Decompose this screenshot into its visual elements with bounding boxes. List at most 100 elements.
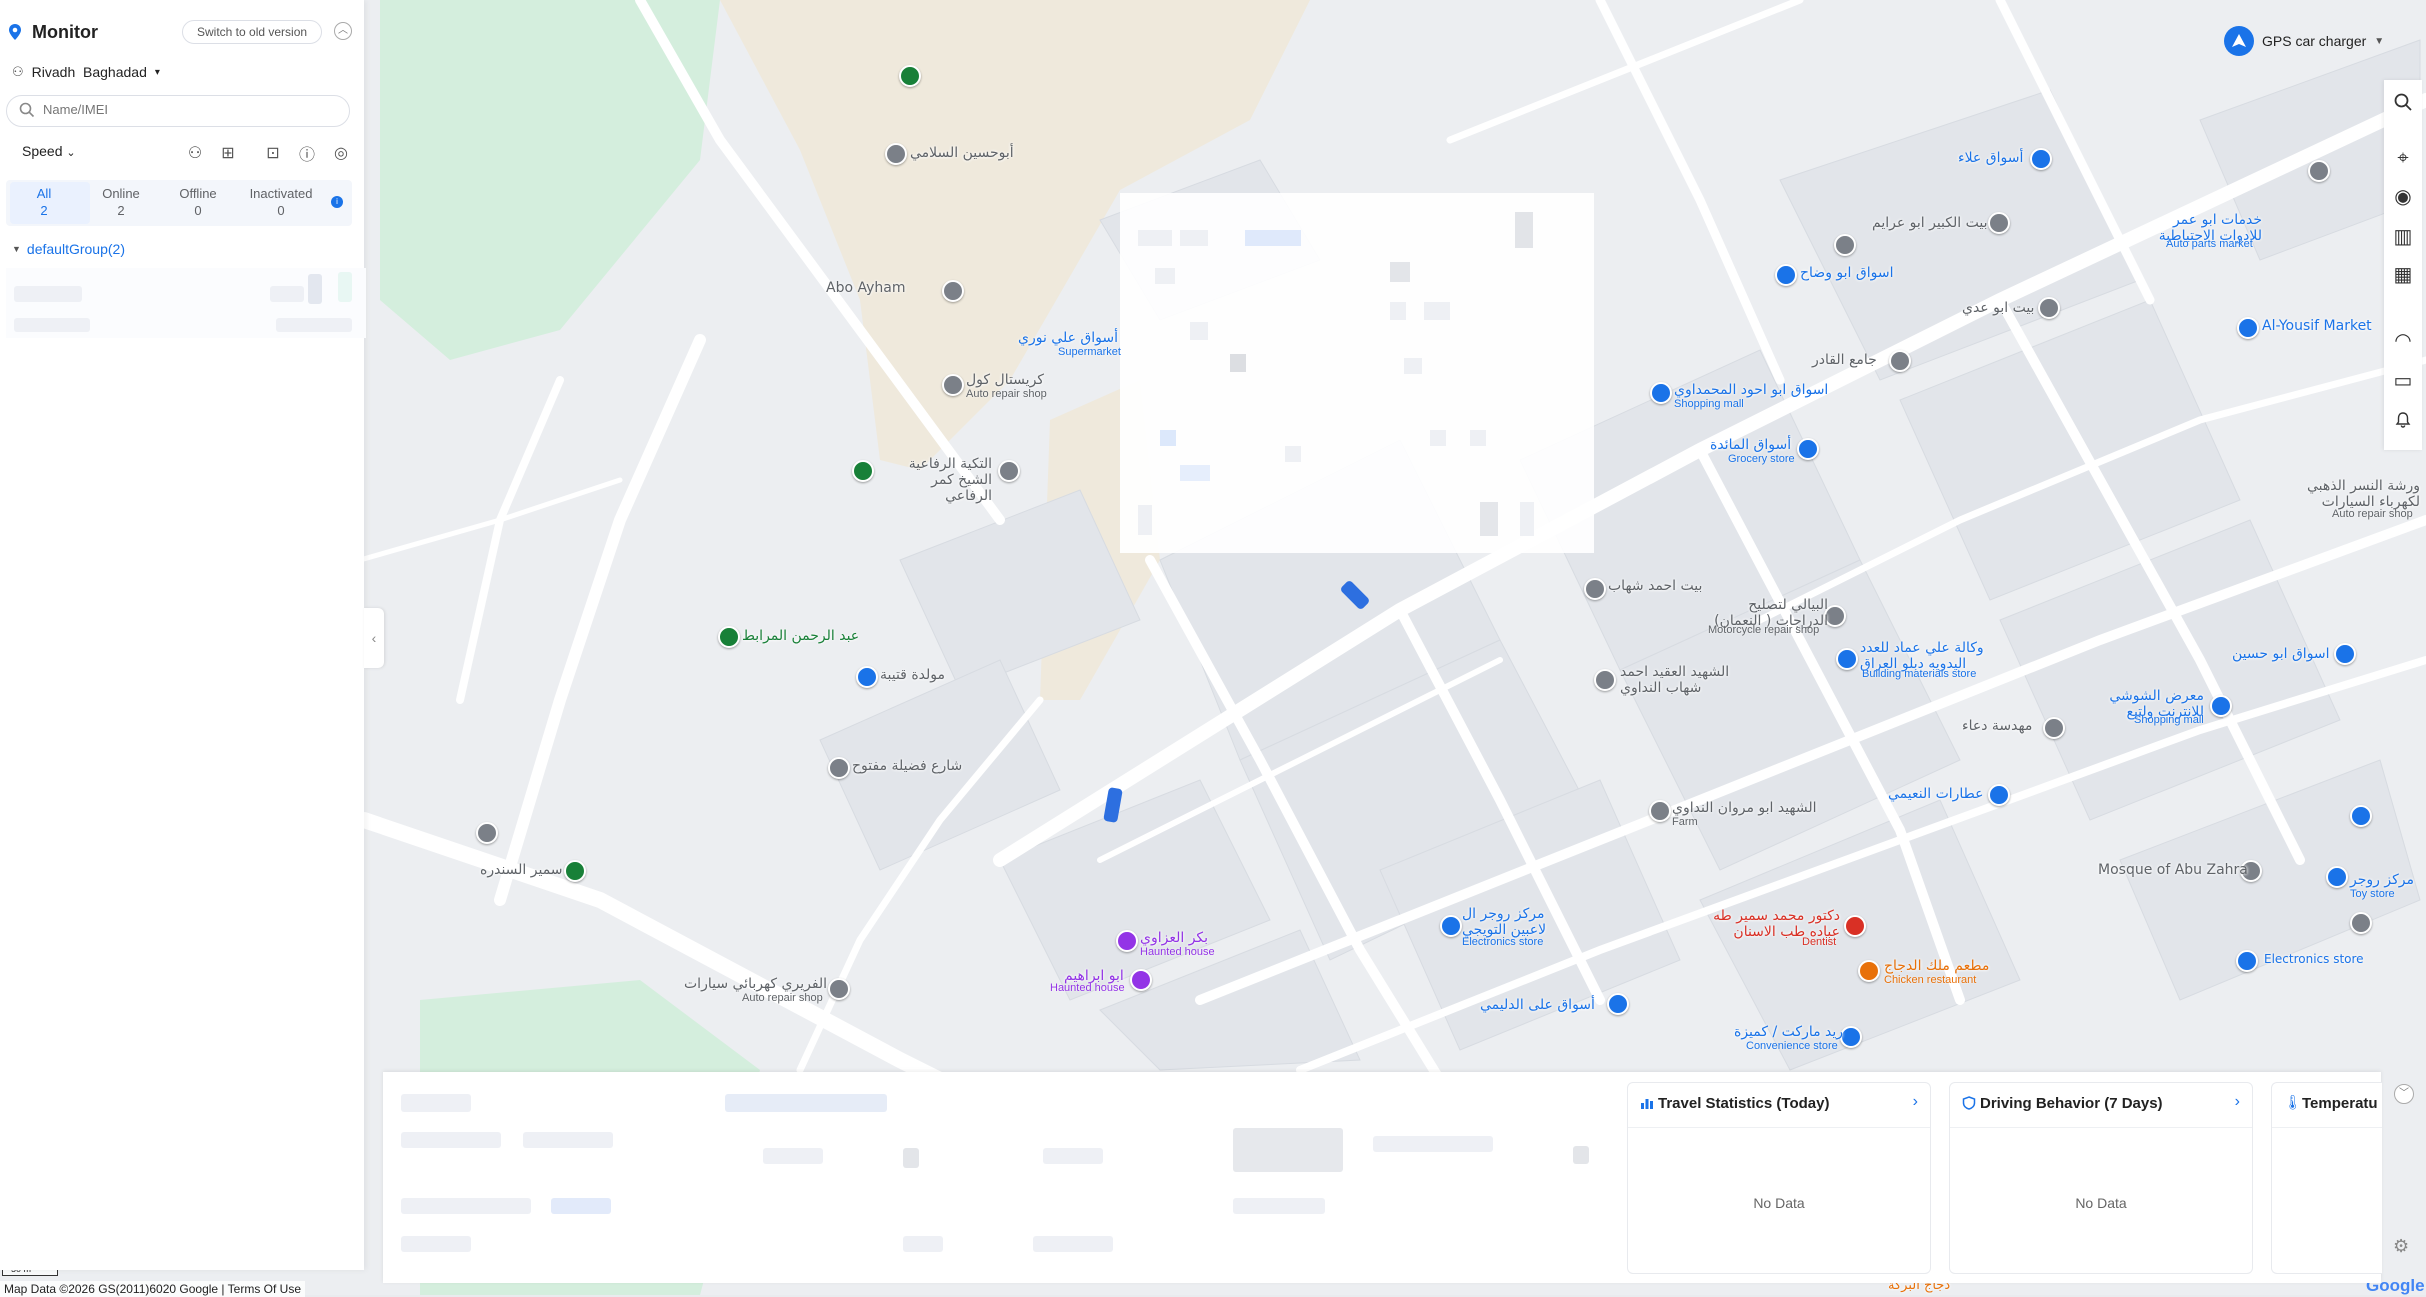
settings-target-icon[interactable]: ◎ — [330, 142, 352, 164]
place-pin-icon[interactable] — [2210, 695, 2232, 717]
map-place-label[interactable]: كريستال كول — [966, 372, 1044, 388]
map-place-label[interactable]: مهدسة دعاء — [1962, 718, 2032, 734]
dock-settings-icon[interactable]: ⚙ — [2393, 1236, 2409, 1257]
place-pin-icon[interactable] — [1834, 234, 1856, 256]
map-place-label[interactable]: سمير السندره — [480, 862, 563, 878]
map-place-label[interactable]: بيت احمد شهاب — [1608, 578, 1702, 594]
place-pin-icon[interactable] — [2334, 643, 2356, 665]
place-pin-icon[interactable] — [856, 666, 878, 688]
map-place-label[interactable]: الشهيد العقيد احمد شهاب النداوي — [1620, 664, 1750, 696]
place-pin-icon[interactable] — [1775, 264, 1797, 286]
place-pin-icon[interactable] — [1858, 960, 1880, 982]
grid-view-icon[interactable]: ⊞ — [217, 142, 239, 164]
place-pin-icon[interactable] — [2350, 805, 2372, 827]
map-place-label[interactable]: أسواق المائدة — [1710, 437, 1791, 453]
collapse-panel-icon[interactable]: ︿ — [334, 22, 352, 40]
map-place-label[interactable]: مركز روجر ال لاعبين التويجي — [1462, 906, 1558, 938]
place-pin-icon[interactable] — [1594, 669, 1616, 691]
place-pin-icon[interactable] — [828, 978, 850, 1000]
map-place-label[interactable]: ريد ماركت / كميزة — [1734, 1024, 1843, 1040]
place-pin-icon[interactable] — [1840, 1026, 1862, 1048]
place-pin-icon[interactable] — [2236, 950, 2258, 972]
map-place-label[interactable]: التكية الرفاعية الشيخ كمر الرفاعي — [882, 456, 992, 504]
map-place-label[interactable]: عبد الرحمن المرابط — [742, 628, 859, 644]
chevron-right-icon[interactable]: › — [1913, 1093, 1918, 1111]
place-pin-icon[interactable] — [2043, 717, 2065, 739]
info-dot-icon[interactable]: i — [331, 196, 343, 208]
map-place-label[interactable]: عطارات النعيمي — [1888, 786, 1984, 802]
place-pin-icon[interactable] — [885, 143, 907, 165]
map-place-label[interactable]: Al-Yousif Market — [2262, 318, 2372, 334]
tab-offline[interactable]: Offline 0 — [172, 186, 224, 218]
place-pin-icon[interactable] — [2030, 148, 2052, 170]
map-place-label[interactable]: Abo Ayham — [826, 280, 905, 296]
place-pin-icon[interactable] — [1988, 784, 2010, 806]
sort-dropdown[interactable]: Speed ⌄ — [22, 143, 76, 159]
map-place-label[interactable]: ورشة النسر الذهبي لكهرباء السيارات — [2300, 478, 2420, 510]
collapse-dock-icon[interactable]: ﹀ — [2394, 1084, 2414, 1104]
map-layers-icon[interactable]: ▥ — [2384, 218, 2422, 254]
lock-icon[interactable]: ⊡ — [262, 142, 284, 164]
map-place-label[interactable]: اسواق ابو احود المحمداوي — [1674, 382, 1828, 398]
place-pin-icon[interactable] — [564, 860, 586, 882]
place-pin-icon[interactable] — [1607, 993, 1629, 1015]
place-pin-icon[interactable] — [1988, 212, 2010, 234]
place-pin-icon[interactable] — [2350, 912, 2372, 934]
user-filter-icon[interactable]: ⚇ — [184, 142, 206, 164]
help-icon[interactable]: ⓘ — [296, 142, 318, 164]
place-pin-icon[interactable] — [1649, 800, 1671, 822]
place-pin-icon[interactable] — [942, 280, 964, 302]
place-pin-icon[interactable] — [1836, 648, 1858, 670]
map-place-label[interactable]: Electronics store — [2264, 952, 2364, 966]
map-place-label[interactable]: أبوحسين السلامي — [910, 145, 1014, 161]
place-pin-icon[interactable] — [1889, 350, 1911, 372]
globe-icon[interactable]: ◉ — [2384, 178, 2422, 214]
switch-old-version-button[interactable]: Switch to old version — [182, 20, 323, 44]
map-place-label[interactable]: مركز روجر — [2350, 872, 2414, 888]
place-pin-icon[interactable] — [828, 757, 850, 779]
place-pin-icon[interactable] — [1116, 930, 1138, 952]
map-place-label[interactable]: Mosque of Abu Zahra — [2098, 862, 2248, 878]
tab-online[interactable]: Online 2 — [96, 186, 146, 218]
headset-icon[interactable]: ◠ — [2384, 322, 2422, 358]
tab-inactivated[interactable]: Inactivated 0 — [246, 186, 316, 218]
place-pin-icon[interactable] — [852, 460, 874, 482]
search-input[interactable] — [41, 101, 335, 118]
map-place-label[interactable]: جامع القادر — [1812, 352, 1877, 368]
bell-icon[interactable] — [2384, 402, 2422, 438]
place-pin-icon[interactable] — [1584, 578, 1606, 600]
chevron-right-icon[interactable]: › — [2235, 1093, 2240, 1111]
map-place-label[interactable]: اسواق ابو حسين — [2232, 646, 2330, 662]
map-place-label[interactable]: مطعم ملك الدجاج — [1884, 958, 1989, 974]
top-right-account[interactable]: GPS car charger ▼ — [2224, 26, 2384, 56]
search-box[interactable] — [6, 95, 350, 127]
apps-grid-icon[interactable]: ▦ — [2384, 256, 2422, 292]
place-pin-icon[interactable] — [2308, 160, 2330, 182]
place-pin-icon[interactable] — [2326, 866, 2348, 888]
group-header[interactable]: ▼ defaultGroup(2) — [12, 241, 125, 257]
place-pin-icon[interactable] — [718, 626, 740, 648]
place-pin-icon[interactable] — [2038, 297, 2060, 319]
map-place-label[interactable]: أسواق علاء — [1958, 150, 2023, 166]
device-row[interactable] — [6, 312, 366, 338]
place-pin-icon[interactable] — [1650, 382, 1672, 404]
map-place-label[interactable]: بيت الكبير ابو عرايم — [1872, 215, 1987, 231]
map-place-label[interactable]: أسواق على الدليمي — [1480, 997, 1595, 1013]
map-place-label[interactable]: أسواق علي نوري — [1018, 330, 1118, 346]
map-place-label[interactable]: الشهيد ابو مروان النداوي — [1672, 800, 1817, 816]
map-place-label[interactable]: الفريري كهربائي سيارات — [684, 976, 827, 992]
tab-all[interactable]: All 2 — [22, 186, 66, 218]
account-selector[interactable]: ⚇ Rivadh Baghadad ▾ — [12, 64, 160, 80]
place-pin-icon[interactable] — [998, 460, 1020, 482]
place-pin-icon[interactable] — [942, 374, 964, 396]
place-pin-icon[interactable] — [1797, 438, 1819, 460]
map-place-label[interactable]: اسواق ابو وضاح — [1800, 265, 1893, 281]
map-place-label[interactable]: شارع فضيلة مفتوح — [852, 758, 962, 774]
chat-icon[interactable]: ▭ — [2384, 362, 2422, 398]
location-icon[interactable]: ⌖ — [2384, 140, 2422, 176]
map-place-label[interactable]: بكر العزاوي — [1140, 930, 1208, 946]
place-pin-icon[interactable] — [1130, 969, 1152, 991]
place-pin-icon[interactable] — [899, 65, 921, 87]
place-pin-icon[interactable] — [2237, 317, 2259, 339]
place-pin-icon[interactable] — [476, 822, 498, 844]
